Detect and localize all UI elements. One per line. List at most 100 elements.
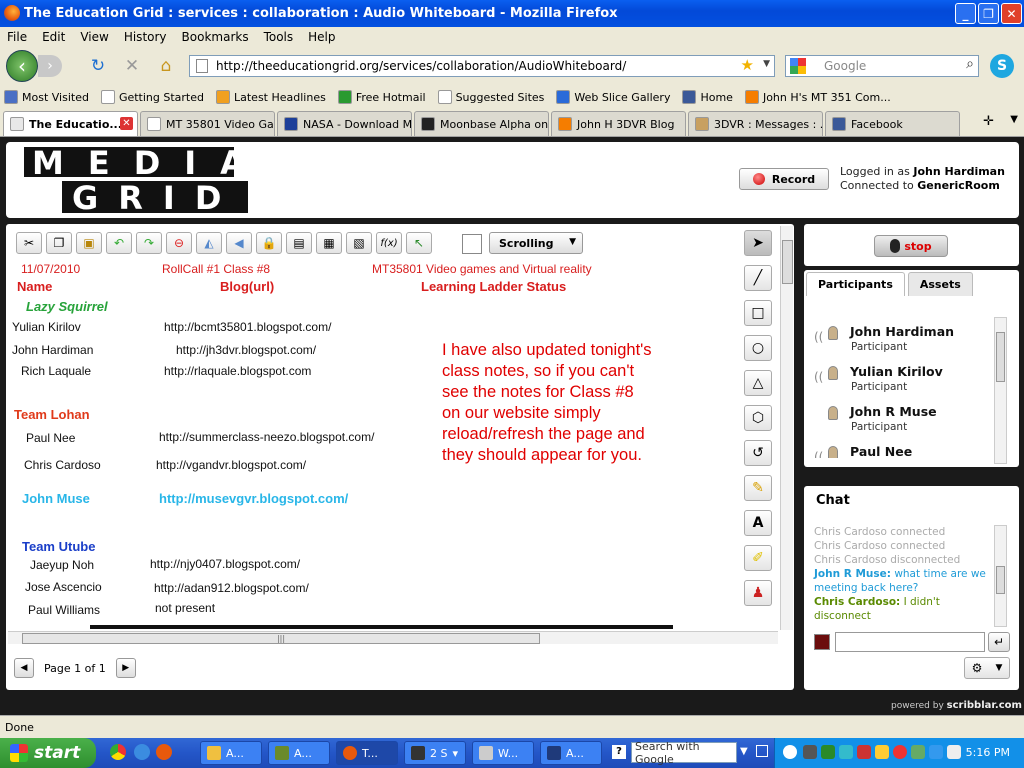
new-tab-icon[interactable]: ✛ (983, 114, 994, 129)
restore-button[interactable]: ❐ (978, 3, 999, 24)
taskbar-item[interactable]: A... (200, 741, 262, 765)
image-icon[interactable]: ▧ (346, 232, 372, 254)
tray-app-icon[interactable] (875, 745, 889, 759)
menu-history[interactable]: History (124, 30, 167, 44)
lock-icon[interactable]: 🔒 (256, 232, 282, 254)
tray-app-icon[interactable] (893, 745, 907, 759)
tab-list-icon[interactable]: ▼ (1010, 114, 1018, 125)
stop-audio-button[interactable]: stop (874, 235, 948, 257)
taskbar-search-input[interactable]: Search with Google (631, 740, 737, 766)
menu-file[interactable]: File (7, 30, 27, 44)
bookmark-star-icon[interactable]: ★ (741, 56, 754, 74)
triangle-tool-icon[interactable]: △ (744, 370, 772, 396)
browser-tab[interactable]: NASA - Download M... (277, 111, 412, 136)
prev-page-button[interactable]: ◀ (14, 658, 34, 678)
menu-help[interactable]: Help (308, 30, 335, 44)
bookmark-item[interactable]: Suggested Sites (437, 90, 544, 104)
menu-edit[interactable]: Edit (42, 30, 65, 44)
pointer-arrow-icon[interactable]: ↖ (406, 232, 432, 254)
tray-expand-icon[interactable] (783, 745, 797, 759)
line-tool-icon[interactable]: ╱ (744, 265, 772, 291)
next-page-button[interactable]: ▶ (115, 658, 136, 678)
taskbar-item[interactable]: W... (472, 741, 534, 765)
color-picker[interactable] (462, 234, 482, 254)
chat-settings-button[interactable]: ⚙ ▼ (964, 657, 1010, 679)
help-icon[interactable]: ? (612, 745, 626, 759)
chat-scrollbar[interactable] (994, 525, 1007, 627)
undo-icon[interactable]: ↶ (106, 232, 132, 254)
board-horizontal-scrollbar[interactable]: ||| (8, 631, 778, 644)
board-vertical-scrollbar[interactable] (780, 226, 793, 630)
menu-view[interactable]: View (80, 30, 108, 44)
whiteboard-canvas[interactable]: 11/07/2010 RollCall #1 Class #8 MT35801 … (8, 258, 778, 628)
tray-app-icon[interactable] (911, 745, 925, 759)
taskbar-item[interactable]: A... (540, 741, 602, 765)
highlighter-tool-icon[interactable]: ✐ (744, 545, 772, 571)
close-window-button[interactable]: ✕ (1001, 3, 1022, 24)
rectangle-tool-icon[interactable]: □ (744, 300, 772, 326)
firefox-icon[interactable] (156, 744, 172, 760)
home-icon[interactable]: ⌂ (156, 56, 176, 76)
notes-icon[interactable]: ▤ (286, 232, 312, 254)
participant-item[interactable]: (( John Hardiman Participant (808, 318, 994, 358)
scroll-mode-select[interactable]: Scrolling ▼ (489, 232, 583, 254)
participant-item[interactable]: (( Paul Nee Participant (808, 438, 994, 458)
back-button[interactable]: ‹ (6, 50, 38, 82)
skype-icon[interactable]: S (990, 54, 1014, 78)
desktop-icon[interactable] (756, 745, 768, 757)
taskbar-item[interactable]: 2 S ▾ (404, 741, 466, 765)
chevron-down-icon[interactable]: ▼ (740, 746, 748, 757)
delete-icon[interactable]: ⊖ (166, 232, 192, 254)
flip-icon[interactable]: ◭ (196, 232, 222, 254)
formula-icon[interactable]: f(x) (376, 232, 402, 254)
search-input[interactable]: Google ⌕ (785, 55, 979, 77)
record-button[interactable]: Record (739, 168, 829, 190)
taskbar-item[interactable]: T... (336, 741, 398, 765)
bookmark-item[interactable]: Most Visited (4, 90, 89, 104)
select-tool-icon[interactable]: ➤ (744, 230, 772, 256)
browser-tab[interactable]: 3DVR : Messages : ... (688, 111, 823, 136)
text-tool-icon[interactable]: A (744, 510, 772, 536)
send-back-icon[interactable]: ◀ (226, 232, 252, 254)
document-icon[interactable]: ▦ (316, 232, 342, 254)
menu-tools[interactable]: Tools (264, 30, 294, 44)
close-tab-icon[interactable]: ✕ (120, 117, 133, 130)
tray-app-icon[interactable] (821, 745, 835, 759)
volume-icon[interactable] (947, 745, 961, 759)
participant-item[interactable]: (( Yulian Kirilov Participant (808, 358, 994, 398)
copy-icon[interactable]: ❐ (46, 232, 72, 254)
url-bar[interactable]: http://theeducationgrid.org/services/col… (189, 55, 775, 77)
chat-input[interactable] (835, 632, 985, 652)
chat-color-picker[interactable] (814, 634, 830, 650)
reload-icon[interactable]: ↻ (88, 56, 108, 76)
tray-app-icon[interactable] (929, 745, 943, 759)
arc-tool-icon[interactable]: ↺ (744, 440, 772, 466)
bookmark-item[interactable]: Web Slice Gallery (556, 90, 670, 104)
bookmark-item[interactable]: Getting Started (100, 90, 204, 104)
hexagon-tool-icon[interactable]: ⬡ (744, 405, 772, 431)
participants-scrollbar[interactable] (994, 317, 1007, 464)
stop-icon[interactable]: ✕ (122, 56, 142, 76)
redo-icon[interactable]: ↷ (136, 232, 162, 254)
start-button[interactable]: start (0, 738, 96, 768)
browser-tab[interactable]: Facebook (825, 111, 960, 136)
taskbar-item[interactable]: A... (268, 741, 330, 765)
forward-button[interactable]: › (38, 55, 62, 77)
bookmark-item[interactable]: John H's MT 351 Com... (744, 90, 891, 104)
tab-assets[interactable]: Assets (907, 272, 973, 296)
browser-tab[interactable]: John H 3DVR Blog (551, 111, 686, 136)
browser-tab[interactable]: Moonbase Alpha on ... (414, 111, 549, 136)
chrome-icon[interactable] (110, 744, 126, 760)
participant-item[interactable]: John R Muse Participant (808, 398, 994, 438)
browser-tab[interactable]: MT 35801 Video Ga... (140, 111, 275, 136)
browser-tab[interactable]: The Educatio... ✕ (3, 111, 138, 136)
tray-app-icon[interactable] (857, 745, 871, 759)
paste-icon[interactable]: ▣ (76, 232, 102, 254)
search-icon[interactable]: ⌕ (966, 56, 974, 72)
stamp-tool-icon[interactable]: ♟ (744, 580, 772, 606)
bookmark-item[interactable]: Free Hotmail (337, 90, 426, 104)
cut-icon[interactable]: ✂ (16, 232, 42, 254)
steam-icon[interactable] (803, 745, 817, 759)
send-chat-button[interactable]: ↵ (988, 632, 1010, 652)
minimize-button[interactable]: _ (955, 3, 976, 24)
